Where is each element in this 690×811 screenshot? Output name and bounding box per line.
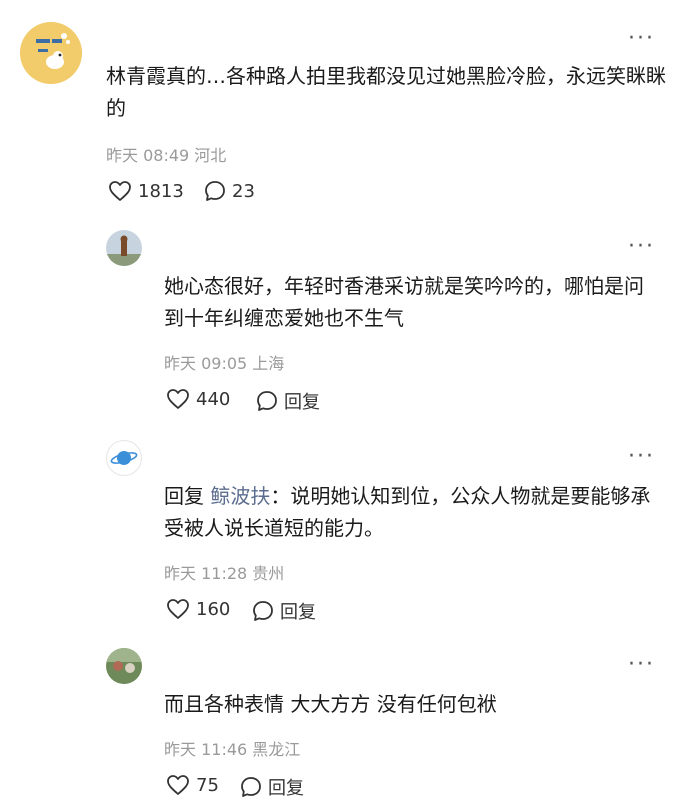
comment-text: 回复 鲸波扶：说明她认知到位，公众人物就是要能够承受被人说长道短的能力。 [164, 480, 654, 544]
avatar-illustration [20, 22, 82, 84]
like-button[interactable]: 440 [166, 388, 230, 410]
comment-location: 黑龙江 [252, 740, 301, 759]
comment-location: 贵州 [252, 564, 285, 583]
reply-button[interactable]: 回复 [252, 598, 316, 624]
comment-time: 昨天 08:49 [106, 146, 190, 165]
reply-button[interactable]: 23 [204, 180, 255, 202]
heart-icon [109, 181, 131, 201]
comment-time: 昨天 09:05 [164, 354, 248, 373]
avatar-illustration [106, 230, 142, 266]
comment-bubble-icon [241, 777, 261, 797]
comment-text: 而且各种表情 大大方方 没有任何包袱 [164, 692, 497, 716]
reply-label: 回复 [268, 778, 304, 799]
more-options-icon[interactable]: ··· [628, 654, 655, 676]
reply-label: 回复 [280, 602, 316, 623]
like-count: 75 [196, 774, 219, 796]
reply-label: 回复 [284, 392, 320, 413]
like-button[interactable]: 160 [166, 598, 230, 620]
more-options-icon[interactable]: ··· [628, 236, 655, 258]
comment-time: 昨天 11:46 [164, 740, 248, 759]
avatar[interactable] [106, 648, 142, 684]
like-button[interactable]: 75 [166, 774, 219, 796]
like-count: 440 [196, 388, 231, 410]
planet-icon [110, 451, 138, 465]
comment-location: 上海 [252, 354, 285, 373]
comment-meta: 昨天 11:28 贵州 [164, 560, 284, 584]
comment-meta: 昨天 08:49 河北 [106, 142, 226, 166]
comment-bubble-icon [257, 391, 277, 411]
avatar[interactable] [106, 230, 142, 266]
comment-bubble-icon [253, 601, 273, 621]
avatar-illustration [106, 648, 142, 684]
reply-button[interactable]: 回复 [240, 774, 304, 800]
comment-text: 林青霞真的…各种路人拍里我都没见过她黑脸冷脸，永远笑眯眯的 [106, 64, 666, 120]
like-button[interactable]: 1813 [108, 180, 184, 202]
heart-icon [167, 389, 189, 409]
heart-icon [167, 775, 189, 795]
comment-location: 河北 [194, 146, 227, 165]
avatar[interactable] [20, 22, 82, 84]
comment-time: 昨天 11:28 [164, 564, 248, 583]
like-count: 160 [196, 598, 231, 620]
more-options-icon[interactable]: ··· [628, 446, 655, 468]
comment-meta: 昨天 09:05 上海 [164, 350, 284, 374]
heart-icon [167, 599, 189, 619]
avatar[interactable] [106, 440, 142, 476]
comment-text: 她心态很好，年轻时香港采访就是笑吟吟的，哪怕是问到十年纠缠恋爱她也不生气 [164, 274, 644, 330]
reply-prefix: 回复 [164, 484, 204, 508]
reply-count: 23 [232, 180, 255, 202]
reply-button[interactable]: 回复 [256, 388, 320, 414]
reply-to-user-link[interactable]: 鲸波扶 [210, 484, 270, 508]
like-count: 1813 [138, 180, 184, 202]
comment-bubble-icon [205, 181, 225, 201]
more-options-icon[interactable]: ··· [628, 28, 655, 50]
comment-meta: 昨天 11:46 黑龙江 [164, 736, 300, 760]
